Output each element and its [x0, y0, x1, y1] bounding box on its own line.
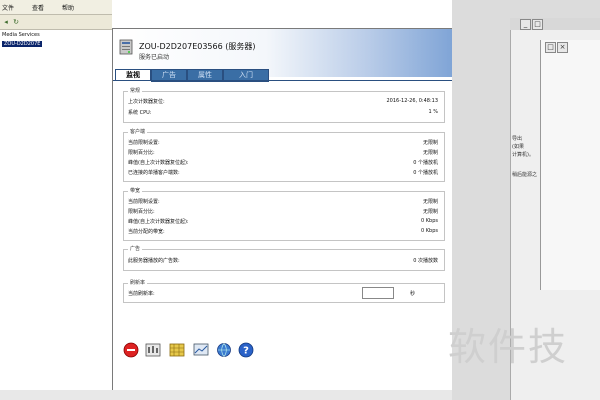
close-icon[interactable]: × [557, 42, 568, 53]
bandwidth-row: 峰值(自上次计数器复位起): 0 Kbps [128, 218, 438, 226]
status-strip [0, 390, 452, 400]
bandwidth-section: 带宽 当前限制设置: 无限制 限制百分比: 无限制 峰值(自上次计数器复位起):… [123, 187, 445, 241]
row-label: 上次计数器复位: [128, 99, 165, 105]
row-label: 此服务器播放的广告数: [128, 258, 180, 264]
bandwidth-row: 当前限制设置: 无限制 [128, 198, 438, 206]
general-row: 系统 CPU: 1 % [128, 109, 438, 117]
clients-row: 已连接的单播客户端数: 0 个播放机 [128, 169, 438, 177]
row-label: 峰值(自上次计数器复位起): [128, 219, 189, 225]
server-icon [119, 39, 133, 55]
row-value: 无限制 [422, 209, 438, 215]
clients-row: 限制百分比: 无限制 [128, 149, 438, 157]
ads-row: 此服务器播放的广告数: 0 次播放数 [128, 257, 438, 265]
row-label: 限制百分比: [128, 209, 155, 215]
row-label: 峰值(自上次计数器复位起): [128, 160, 189, 166]
back-icon[interactable]: ◂ [2, 18, 10, 26]
section-title: 客户端 [128, 128, 148, 135]
svg-text:?: ? [243, 346, 249, 357]
row-value: 1 % [428, 109, 438, 115]
help-icon[interactable]: ? [238, 342, 254, 358]
text-fragment: (如果 [512, 144, 524, 150]
tree-item-media-services[interactable]: Media Services [2, 32, 40, 38]
grid-icon[interactable] [169, 342, 185, 358]
clients-row: 峰值(自上次计数器复位起): 0 个播放机 [128, 159, 438, 167]
row-value: 无限制 [422, 199, 438, 205]
ads-section: 广告 此服务器播放的广告数: 0 次播放数 [123, 245, 445, 271]
server-properties-pane: ZOU-D2D207E03566 (服务器) 服务已启动 监视 广告 属性 入门… [112, 28, 454, 392]
text-fragment: 稍后能源之 [512, 172, 538, 178]
row-label: 限制百分比: [128, 150, 155, 156]
refresh-icon[interactable]: ↻ [12, 18, 20, 26]
clients-section: 客户端 当前限制设置: 无限制 限制百分比: 无限制 峰值(自上次计数器复位起)… [123, 128, 445, 182]
menu-bar: 文件 查看 帮助 [0, 0, 112, 15]
general-row: 上次计数器复位: 2016-12-26, 0:48:13 [128, 98, 438, 106]
row-label: 当前限制设置: [128, 140, 160, 146]
restore-icon[interactable]: □ [545, 42, 556, 53]
bandwidth-row: 限制百分比: 无限制 [128, 208, 438, 216]
text-fragment: 导出 [512, 136, 523, 142]
background-window-titlebar: _ □ [510, 18, 600, 30]
section-title: 带宽 [128, 187, 143, 194]
row-value: 0 Kbps [420, 228, 438, 234]
server-title: ZOU-D2D207E03566 (服务器) [139, 42, 256, 51]
refresh-section: 刷新率 当前刷新率: 秒 [123, 279, 445, 303]
row-label: 当前刷新率: [128, 291, 155, 297]
monitor-graph-icon[interactable] [193, 342, 209, 358]
row-value: 0 个播放机 [413, 160, 438, 166]
refresh-unit: 秒 [410, 291, 416, 297]
server-status: 服务已启动 [139, 54, 170, 61]
refresh-rate-input[interactable] [362, 287, 394, 299]
section-title: 广告 [128, 245, 143, 252]
general-section: 常规 上次计数器复位: 2016-12-26, 0:48:13 系统 CPU: … [123, 87, 445, 123]
row-value: 无限制 [422, 140, 438, 146]
menu-file[interactable]: 文件 [2, 3, 14, 12]
tree-item-server[interactable]: ZOU-D2D207E [2, 41, 43, 47]
row-label: 当前限制设置: [128, 199, 160, 205]
section-title: 刷新率 [128, 279, 148, 286]
row-label: 当前分配的带宽: [128, 229, 165, 235]
row-label: 已连接的单播客户端数: [128, 170, 180, 176]
row-value: 0 次播放数 [413, 258, 438, 264]
row-value: 无限制 [422, 150, 438, 156]
row-value: 2016-12-26, 0:48:13 [386, 98, 438, 104]
bandwidth-row: 当前分配的带宽: 0 Kbps [128, 228, 438, 236]
console-tree: Media Services ZOU-D2D207E [0, 30, 113, 400]
maximize-icon[interactable]: □ [532, 19, 543, 30]
clients-row: 当前限制设置: 无限制 [128, 139, 438, 147]
row-label: 系统 CPU: [128, 110, 152, 116]
globe-icon[interactable] [216, 342, 232, 358]
section-title: 常规 [128, 87, 143, 94]
background-text: 导出 (如果 计算机)。 稍后能源之 [512, 135, 552, 179]
menu-help[interactable]: 帮助 [62, 3, 74, 12]
toolbar: ◂ ↻ [0, 15, 112, 30]
counters-icon[interactable] [145, 342, 161, 358]
watermark: 软件技 [448, 325, 569, 369]
row-value: 0 个播放机 [413, 170, 438, 176]
stop-icon[interactable] [123, 342, 139, 358]
menu-view[interactable]: 查看 [32, 3, 44, 12]
minimize-icon[interactable]: _ [520, 19, 531, 30]
row-value: 0 Kbps [420, 218, 438, 224]
tab-divider [113, 80, 453, 81]
text-fragment: 计算机)。 [512, 152, 534, 158]
